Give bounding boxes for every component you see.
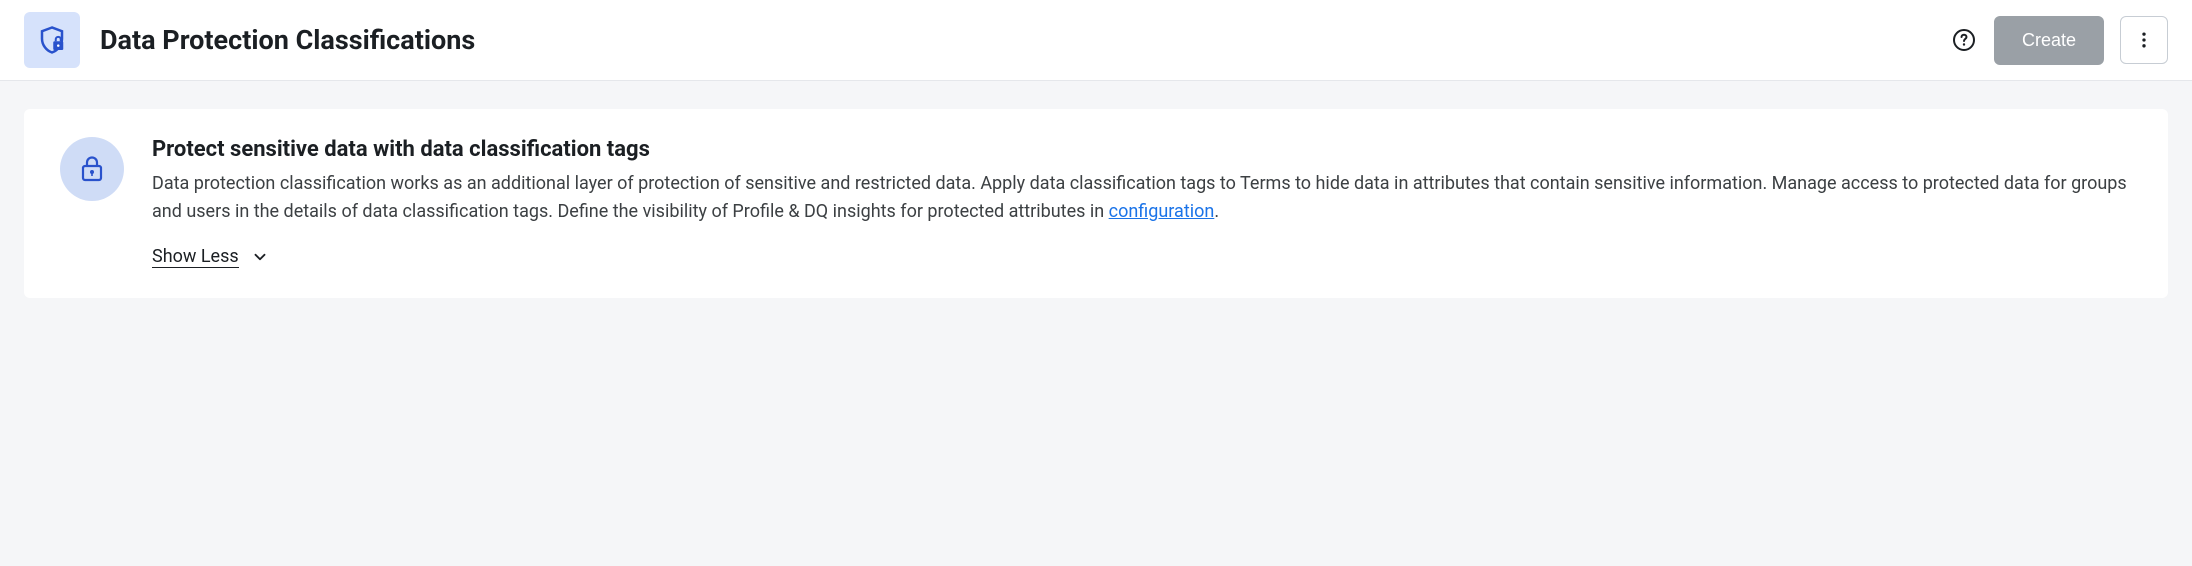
page-icon-box: [24, 12, 80, 68]
page-title: Data Protection Classifications: [100, 24, 475, 56]
info-description: Data protection classification works as …: [152, 170, 2132, 226]
more-vertical-icon: [2134, 30, 2154, 50]
configuration-link[interactable]: configuration: [1109, 201, 1215, 222]
info-card: Protect sensitive data with data classif…: [24, 109, 2168, 298]
show-less-label: Show Less: [152, 246, 239, 268]
info-content: Protect sensitive data with data classif…: [152, 137, 2132, 268]
header-right-group: Create: [1950, 16, 2168, 65]
show-less-toggle[interactable]: Show Less: [152, 246, 2132, 268]
chevron-down-icon: [251, 248, 269, 266]
info-title: Protect sensitive data with data classif…: [152, 137, 2132, 162]
info-description-part2: .: [1214, 201, 1219, 222]
header-left-group: Data Protection Classifications: [24, 12, 475, 68]
help-button[interactable]: [1950, 26, 1978, 54]
content-area: Protect sensitive data with data classif…: [0, 81, 2192, 326]
lock-icon: [80, 155, 104, 183]
shield-lock-icon: [37, 25, 67, 55]
create-button[interactable]: Create: [1994, 16, 2104, 65]
info-icon-circle: [60, 137, 124, 201]
more-menu-button[interactable]: [2120, 16, 2168, 64]
page-header: Data Protection Classifications Create: [0, 0, 2192, 81]
help-icon: [1952, 28, 1976, 52]
